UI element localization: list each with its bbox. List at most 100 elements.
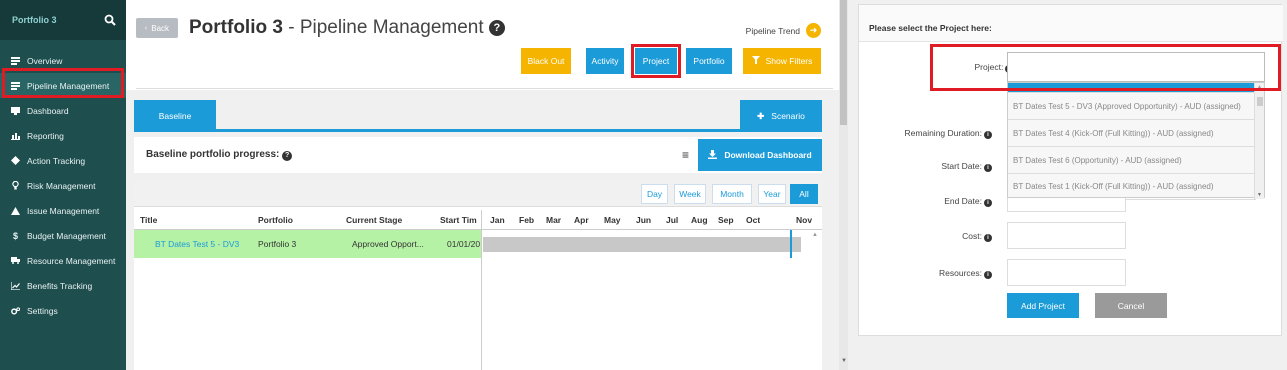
table-header: Title Portfolio Current Stage Start Tim … bbox=[134, 210, 822, 230]
sidebar-item-label: Resource Management bbox=[27, 255, 116, 266]
dollar-icon: $ bbox=[12, 230, 18, 241]
line-chart-icon bbox=[11, 281, 20, 290]
progress-section: Baseline portfolio progress: ? ≡ Downloa… bbox=[134, 137, 822, 173]
period-all[interactable]: All bbox=[790, 184, 818, 204]
dropdown-option[interactable]: BT Dates Test 1 (Kick-Off (Full Kitting)… bbox=[1008, 173, 1256, 200]
tab-baseline[interactable]: Baseline bbox=[134, 100, 216, 132]
column-header-current-stage[interactable]: Current Stage bbox=[346, 215, 402, 225]
dropdown-option[interactable]: BT Dates Test 4 (Kick-Off (Full Kitting)… bbox=[1008, 119, 1256, 146]
add-project-button[interactable]: Add Project bbox=[1007, 293, 1079, 318]
activity-button[interactable]: Activity bbox=[586, 48, 624, 74]
sidebar-item-benefits-tracking[interactable]: Benefits Tracking bbox=[0, 273, 126, 298]
resources-input[interactable] bbox=[1007, 259, 1126, 286]
column-header-portfolio[interactable]: Portfolio bbox=[258, 215, 293, 225]
hamburger-menu-icon[interactable]: ≡ bbox=[682, 148, 689, 162]
pipeline-trend-label: Pipeline Trend bbox=[745, 25, 800, 36]
page-title-section: - Pipeline Management bbox=[282, 17, 489, 38]
gantt-divider bbox=[481, 210, 482, 370]
sidebar-portfolio-title[interactable]: Portfolio 3 bbox=[12, 15, 57, 25]
month-header: Jun bbox=[636, 215, 652, 225]
chevron-down-icon[interactable]: ▼ bbox=[841, 358, 847, 364]
main-scrollbar[interactable]: ▼ bbox=[839, 0, 848, 370]
arrow-right-circle-icon[interactable]: ➜ bbox=[806, 23, 821, 38]
month-header: Jan bbox=[490, 215, 505, 225]
progress-title: Baseline portfolio progress: ? bbox=[146, 149, 293, 161]
portfolio-button[interactable]: Portfolio bbox=[686, 48, 732, 74]
remaining-label-text: Remaining Duration: bbox=[904, 128, 982, 138]
end-date-input[interactable] bbox=[1007, 198, 1126, 212]
period-year[interactable]: Year bbox=[758, 184, 786, 204]
sidebar-item-dashboard[interactable]: Dashboard bbox=[0, 98, 126, 123]
row-title-link[interactable]: BT Dates Test 5 - DV3 bbox=[155, 239, 239, 249]
row-start: 01/01/20 bbox=[447, 239, 481, 249]
sidebar-item-action-tracking[interactable]: Action Tracking bbox=[0, 148, 126, 173]
sidebar-item-budget-management[interactable]: $ Budget Management bbox=[0, 223, 126, 248]
download-dashboard-label: Download Dashboard bbox=[724, 150, 812, 160]
sidebar-item-reporting[interactable]: Reporting bbox=[0, 123, 126, 148]
info-icon: i bbox=[984, 164, 992, 172]
period-day[interactable]: Day bbox=[641, 184, 668, 204]
column-header-start-time[interactable]: Start Tim bbox=[440, 215, 480, 225]
sidebar-item-label: Dashboard bbox=[27, 105, 69, 116]
dropdown-scroll-thumb[interactable] bbox=[1257, 97, 1263, 106]
gantt-grid: Day Week Month Year All Title Portfolio … bbox=[134, 180, 822, 370]
sidebar-item-label: Issue Management bbox=[27, 205, 100, 216]
resources-label-text: Resources: bbox=[939, 268, 982, 278]
tab-bar: Baseline ✚ Scenario bbox=[134, 100, 822, 132]
diamond-icon bbox=[11, 156, 20, 165]
period-label: Day bbox=[646, 189, 663, 199]
download-icon bbox=[708, 149, 718, 161]
download-dashboard-button[interactable]: Download Dashboard bbox=[698, 139, 822, 171]
pipeline-trend-link[interactable]: Pipeline Trend ➜ bbox=[746, 23, 821, 38]
sidebar-item-label: Benefits Tracking bbox=[27, 280, 93, 291]
sidebar-item-settings[interactable]: Settings bbox=[0, 298, 126, 323]
today-marker bbox=[790, 230, 792, 258]
sidebar-item-risk-management[interactable]: Risk Management bbox=[0, 173, 126, 198]
page-title-portfolio: Portfolio 3 bbox=[189, 17, 283, 38]
gantt-task-bar[interactable] bbox=[483, 237, 801, 252]
info-icon: i bbox=[984, 234, 992, 242]
column-header-title[interactable]: Title bbox=[140, 215, 157, 225]
sidebar-item-label: Action Tracking bbox=[27, 155, 86, 166]
show-filters-button[interactable]: Show Filters bbox=[743, 48, 821, 74]
sidebar-item-label: Overview bbox=[27, 55, 63, 66]
blackout-button[interactable]: Black Out bbox=[521, 48, 571, 74]
help-icon[interactable]: ? bbox=[282, 150, 293, 161]
period-label: Year bbox=[763, 189, 781, 199]
project-field-highlight bbox=[930, 44, 1281, 91]
modal-title: Please select the Project here: bbox=[869, 23, 992, 33]
month-header: Sep bbox=[718, 215, 734, 225]
main-panel: ‹ Back Portfolio 3 - Pipeline Management … bbox=[126, 0, 839, 370]
chevron-up-icon[interactable]: ▲ bbox=[812, 232, 818, 238]
remaining-duration-label: Remaining Duration: i bbox=[905, 128, 992, 139]
cost-input[interactable] bbox=[1007, 222, 1126, 249]
monitor-icon bbox=[11, 106, 20, 115]
row-portfolio: Portfolio 3 bbox=[258, 239, 297, 249]
show-filters-label: Show Filters bbox=[765, 56, 813, 66]
period-label: Month bbox=[720, 189, 744, 199]
scrollbar-thumb[interactable] bbox=[840, 0, 847, 125]
table-row[interactable]: BT Dates Test 5 - DV3 Portfolio 3 Approv… bbox=[134, 230, 481, 258]
search-icon[interactable] bbox=[104, 14, 116, 26]
dropdown-option[interactable]: BT Dates Test 6 (Opportunity) - AUD (ass… bbox=[1008, 146, 1256, 173]
page-title: Portfolio 3 - Pipeline Management ? bbox=[189, 17, 505, 39]
back-button[interactable]: ‹ Back bbox=[136, 18, 178, 38]
help-icon[interactable]: ? bbox=[488, 20, 505, 36]
info-icon: i bbox=[984, 271, 992, 279]
add-scenario-button[interactable]: ✚ Scenario bbox=[740, 100, 822, 132]
dropdown-scrollbar[interactable]: ▲ ▼ bbox=[1254, 83, 1264, 199]
sidebar-item-issue-management[interactable]: Issue Management bbox=[0, 198, 126, 223]
activity-label: Activity bbox=[591, 56, 619, 66]
dropdown-option[interactable]: BT Dates Test 5 - DV3 (Approved Opportun… bbox=[1008, 92, 1256, 119]
period-month[interactable]: Month bbox=[712, 184, 752, 204]
chevron-down-icon[interactable]: ▼ bbox=[1257, 192, 1262, 198]
period-week[interactable]: Week bbox=[674, 184, 706, 204]
start-date-label: Start Date: i bbox=[941, 161, 992, 172]
month-header: Feb bbox=[519, 215, 535, 225]
sidebar-item-label: Budget Management bbox=[27, 230, 106, 241]
cancel-button[interactable]: Cancel bbox=[1095, 293, 1167, 318]
resources-label: Resources: i bbox=[939, 268, 992, 279]
truck-icon bbox=[11, 256, 20, 265]
bar-chart-icon bbox=[11, 131, 20, 140]
sidebar-item-resource-management[interactable]: Resource Management bbox=[0, 248, 126, 273]
